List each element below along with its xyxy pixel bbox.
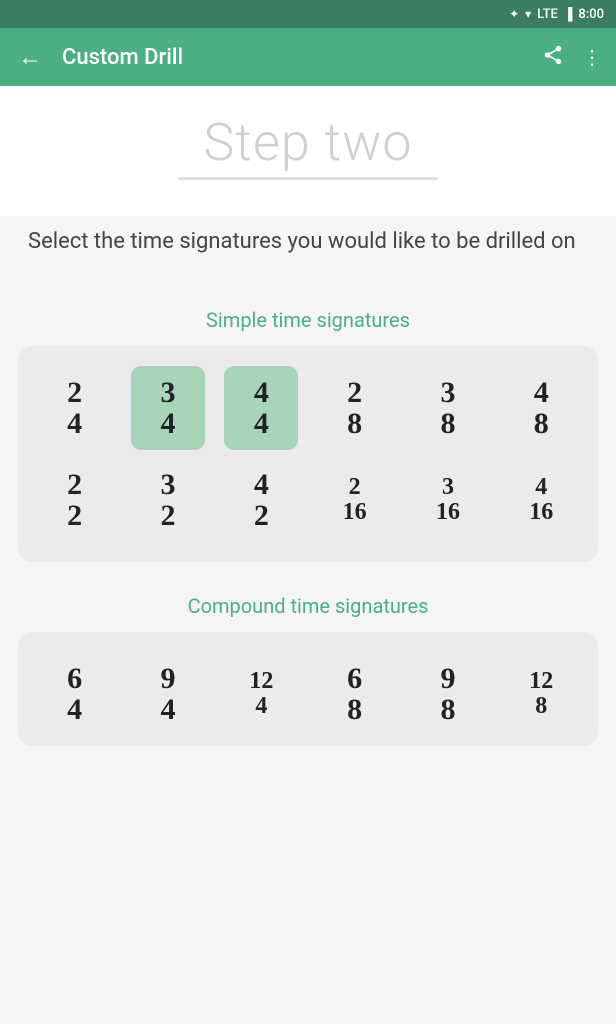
status-bar: ✦ ▾ LTE ▐ 8:00 [0, 0, 616, 28]
sig-numerator: 4 [535, 475, 547, 500]
sig-denominator: 4 [67, 408, 82, 440]
sig-numerator: 9 [440, 663, 455, 695]
main-content: Step two Select the time signatures you … [0, 86, 616, 1024]
time-signature-item[interactable]: 2 16 [318, 458, 392, 542]
time-signature-item[interactable]: 12 8 [504, 652, 578, 736]
time-signature-item[interactable]: 4 8 [504, 366, 578, 450]
sig-numerator: 3 [440, 377, 455, 409]
sig-denominator: 4 [67, 694, 82, 726]
sig-denominator: 16 [436, 500, 460, 525]
sig-numerator: 4 [254, 377, 269, 409]
sig-numerator: 3 [160, 377, 175, 409]
time-signature-item[interactable]: 4 4 [224, 366, 298, 450]
simple-section-label: Simple time signatures [0, 286, 616, 346]
sig-numerator: 2 [67, 469, 82, 501]
time-signature-item[interactable]: 3 4 [131, 366, 205, 450]
time-label: 8:00 [578, 7, 604, 22]
toolbar-actions: ⋮ [542, 44, 602, 71]
sig-denominator: 8 [440, 694, 455, 726]
compound-section-label: Compound time signatures [0, 572, 616, 632]
time-signature-item[interactable]: 6 4 [38, 652, 112, 736]
back-button[interactable]: ← [14, 43, 46, 72]
time-signature-item[interactable]: 2 2 [38, 458, 112, 542]
sig-numerator: 9 [160, 663, 175, 695]
step-heading: Step two [30, 114, 586, 171]
sig-numerator: 2 [349, 475, 361, 500]
sig-denominator: 2 [160, 500, 175, 532]
sig-denominator: 8 [534, 408, 549, 440]
sig-denominator: 4 [160, 408, 175, 440]
sig-numerator: 4 [534, 377, 549, 409]
time-signature-item[interactable]: 3 16 [411, 458, 485, 542]
sig-numerator: 6 [347, 663, 362, 695]
wifi-icon: ▾ [525, 7, 531, 21]
share-button[interactable] [542, 44, 564, 71]
sig-denominator: 16 [343, 500, 367, 525]
bluetooth-icon: ✦ [509, 7, 519, 21]
simple-time-signatures-card: 2 4 3 4 4 4 2 8 3 8 4 8 2 2 3 [18, 346, 598, 562]
sig-denominator: 4 [254, 408, 269, 440]
time-signature-item[interactable]: 3 8 [411, 366, 485, 450]
compound-time-signatures-card: 6 4 9 4 12 4 6 8 9 8 12 8 [18, 632, 598, 746]
sig-numerator: 3 [160, 469, 175, 501]
sig-denominator: 2 [254, 500, 269, 532]
time-signature-item[interactable]: 6 8 [318, 652, 392, 736]
sig-denominator: 4 [255, 694, 267, 719]
time-signature-item[interactable]: 4 2 [224, 458, 298, 542]
time-signature-item[interactable]: 12 4 [224, 652, 298, 736]
time-signature-item[interactable]: 9 8 [411, 652, 485, 736]
sig-numerator: 2 [347, 377, 362, 409]
step-description: Select the time signatures you would lik… [0, 216, 616, 286]
toolbar-title: Custom Drill [62, 45, 526, 70]
sig-denominator: 8 [347, 408, 362, 440]
lte-label: LTE [537, 7, 558, 22]
sig-denominator: 8 [535, 694, 547, 719]
time-signature-item[interactable]: 3 2 [131, 458, 205, 542]
more-options-button[interactable]: ⋮ [582, 45, 602, 69]
time-signature-item[interactable]: 9 4 [131, 652, 205, 736]
sig-denominator: 8 [440, 408, 455, 440]
step-heading-section: Step two [0, 86, 616, 216]
compound-row-1: 6 4 9 4 12 4 6 8 9 8 12 8 [28, 648, 588, 740]
step-underline [178, 177, 438, 180]
sig-numerator: 12 [529, 669, 553, 694]
simple-row-2: 2 2 3 2 4 2 2 16 3 16 4 16 [28, 454, 588, 546]
sig-denominator: 16 [529, 500, 553, 525]
sig-numerator: 4 [254, 469, 269, 501]
sig-denominator: 2 [67, 500, 82, 532]
sig-numerator: 3 [442, 475, 454, 500]
sig-denominator: 8 [347, 694, 362, 726]
sig-numerator: 2 [67, 377, 82, 409]
sig-numerator: 12 [249, 669, 273, 694]
time-signature-item[interactable]: 2 8 [318, 366, 392, 450]
sig-denominator: 4 [160, 694, 175, 726]
sig-numerator: 6 [67, 663, 82, 695]
toolbar: ← Custom Drill ⋮ [0, 28, 616, 86]
time-signature-item[interactable]: 2 4 [38, 366, 112, 450]
time-signature-item[interactable]: 4 16 [504, 458, 578, 542]
simple-row-1: 2 4 3 4 4 4 2 8 3 8 4 8 [28, 362, 588, 454]
battery-icon: ▐ [564, 7, 573, 21]
